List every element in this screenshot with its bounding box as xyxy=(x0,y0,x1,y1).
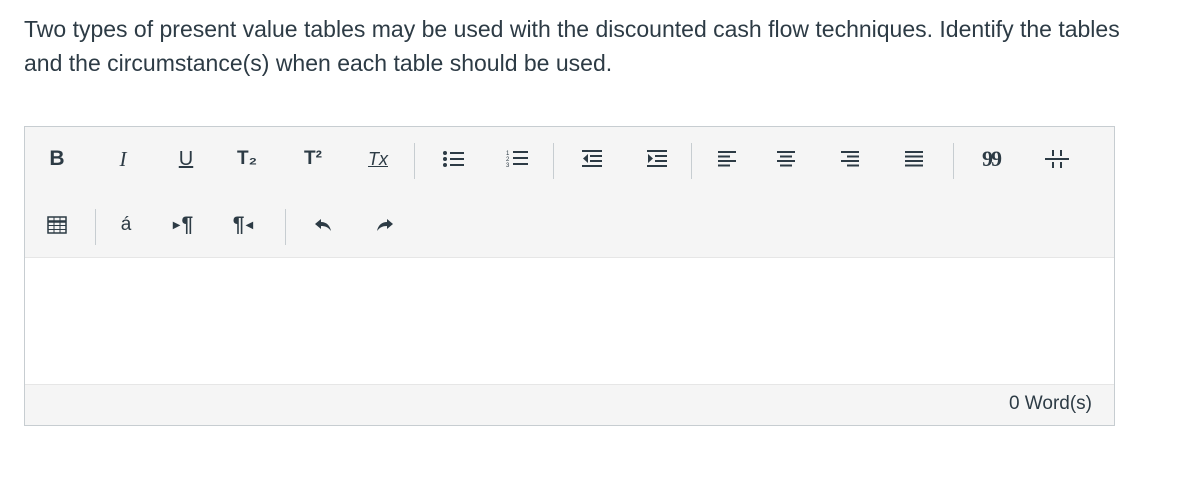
bold-button[interactable]: B xyxy=(41,143,73,175)
align-center-button[interactable] xyxy=(770,143,802,175)
superscript-icon: T² xyxy=(304,148,322,169)
outdent-button[interactable] xyxy=(576,143,608,175)
toolbar-row-1: B I U T₂ T² Tx 1 2 3 99 xyxy=(25,139,1114,179)
bullet-list-button[interactable] xyxy=(437,143,469,175)
remove-format-icon: Tx xyxy=(368,148,388,169)
toolbar-separator xyxy=(553,143,554,179)
editor-statusbar: 0 Word(s) xyxy=(25,384,1114,425)
align-justify-icon xyxy=(905,151,923,167)
outdent-icon xyxy=(582,150,602,167)
toolbar-row-2: á ▶ ¶ ¶ ◀ xyxy=(25,205,1114,245)
question-text: Two types of present value tables may be… xyxy=(24,16,1120,76)
toolbar-separator xyxy=(95,209,96,245)
word-count: 0 Word(s) xyxy=(1008,393,1092,414)
undo-button[interactable] xyxy=(307,209,339,241)
special-character-icon: á xyxy=(120,214,132,235)
subscript-icon: T₂ xyxy=(236,148,258,169)
superscript-button[interactable]: T² xyxy=(297,143,329,175)
toolbar-separator xyxy=(414,143,415,179)
align-left-icon xyxy=(718,151,736,167)
ltr-paragraph-button[interactable]: ▶ ¶ xyxy=(167,209,199,241)
underline-icon: U xyxy=(178,147,194,170)
svg-text:3: 3 xyxy=(506,163,510,169)
special-character-button[interactable]: á xyxy=(110,209,142,241)
align-right-button[interactable] xyxy=(834,143,866,175)
align-right-icon xyxy=(841,151,859,167)
rich-text-editor: B I U T₂ T² Tx 1 2 3 99 á ▶ ¶ ¶ ◀ 0 Word… xyxy=(24,126,1115,426)
horizontal-rule-button[interactable] xyxy=(1041,143,1073,175)
bold-icon: B xyxy=(49,147,65,170)
italic-button[interactable]: I xyxy=(107,143,139,175)
horizontal-rule-icon xyxy=(1045,150,1069,168)
align-justify-button[interactable] xyxy=(898,143,930,175)
table-button[interactable] xyxy=(41,209,73,241)
rtl-paragraph-icon: ¶ xyxy=(232,213,245,236)
italic-icon: I xyxy=(119,146,127,171)
indent-button[interactable] xyxy=(641,143,673,175)
blockquote-icon: 99 xyxy=(982,146,1002,171)
numbered-list-icon: 1 2 3 xyxy=(506,151,528,169)
ltr-arrow-icon: ▶ xyxy=(172,219,181,231)
undo-icon xyxy=(315,219,331,231)
toolbar-separator xyxy=(953,143,954,179)
rtl-arrow-icon: ◀ xyxy=(245,219,254,231)
table-icon xyxy=(47,216,67,234)
redo-icon xyxy=(377,219,393,231)
editor-toolbar: B I U T₂ T² Tx 1 2 3 99 á ▶ ¶ ¶ ◀ xyxy=(25,127,1114,258)
underline-button[interactable]: U xyxy=(170,143,202,175)
ltr-paragraph-icon: ¶ xyxy=(181,213,194,236)
numbered-list-button[interactable]: 1 2 3 xyxy=(501,143,533,175)
redo-button[interactable] xyxy=(369,209,401,241)
blockquote-button[interactable]: 99 xyxy=(975,143,1007,175)
remove-format-button[interactable]: Tx xyxy=(362,143,394,175)
toolbar-separator xyxy=(691,143,692,179)
align-left-button[interactable] xyxy=(711,143,743,175)
subscript-button[interactable]: T₂ xyxy=(231,143,263,175)
editor-content-area[interactable] xyxy=(25,258,1114,386)
rtl-paragraph-button[interactable]: ¶ ◀ xyxy=(227,209,259,241)
indent-icon xyxy=(647,150,667,167)
align-center-icon xyxy=(777,151,795,167)
toolbar-separator xyxy=(285,209,286,245)
bullet-list-icon xyxy=(443,151,464,167)
